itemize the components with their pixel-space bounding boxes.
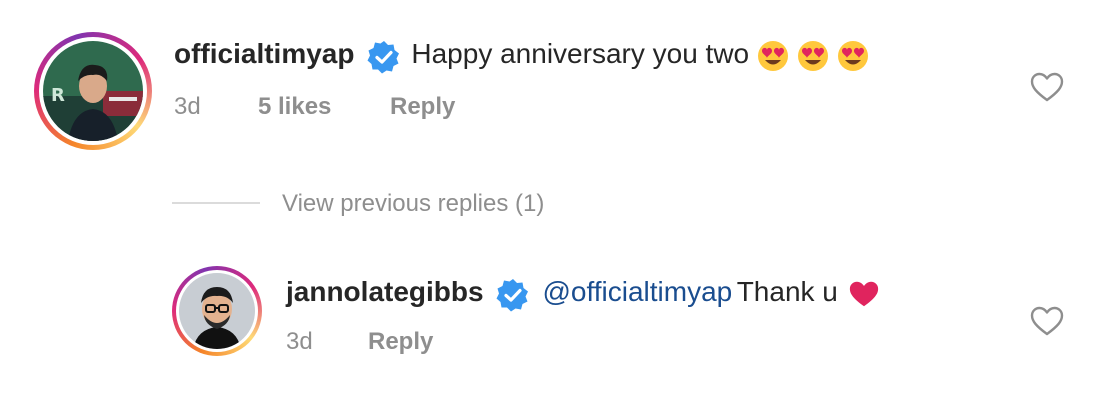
heart-eyes-emoji-group — [754, 40, 871, 71]
reply-line: jannolategibbs @officialtimyap Thank u — [286, 276, 880, 312]
heart-eyes-emoji-icon — [757, 40, 788, 71]
profile-photo: R — [43, 41, 143, 141]
comment-reply-button[interactable]: Reply — [390, 93, 455, 121]
verified-badge-icon — [496, 278, 529, 312]
comment-line: officialtimyap Happy anniversary you two — [174, 38, 870, 74]
reply-timestamp: 3d — [286, 328, 313, 355]
replies-divider — [172, 202, 260, 204]
comment-like-heart-icon[interactable] — [1030, 72, 1064, 102]
verified-badge-icon — [367, 40, 399, 74]
comment-username[interactable]: officialtimyap — [174, 38, 354, 69]
view-previous-replies-link[interactable]: View previous replies (1) — [282, 190, 544, 218]
comment-likes-link[interactable]: 5 likes — [258, 93, 331, 121]
avatar[interactable]: R — [34, 32, 152, 150]
reply-like-heart-icon[interactable] — [1030, 306, 1064, 336]
heart-eyes-emoji-icon — [838, 40, 869, 71]
reply-text: Thank u — [736, 276, 838, 307]
reply-mention-link[interactable]: @officialtimyap — [542, 276, 732, 307]
reply-username[interactable]: jannolategibbs — [286, 276, 484, 307]
svg-text:R: R — [51, 85, 65, 106]
heart-eyes-emoji-icon — [798, 40, 829, 71]
reply-profile-photo — [179, 273, 255, 349]
red-heart-emoji-icon — [850, 281, 879, 307]
reply-avatar[interactable] — [172, 266, 262, 356]
comment-text: Happy anniversary you two — [411, 38, 750, 69]
comment-timestamp: 3d — [174, 93, 201, 120]
reply-reply-button[interactable]: Reply — [368, 328, 433, 356]
